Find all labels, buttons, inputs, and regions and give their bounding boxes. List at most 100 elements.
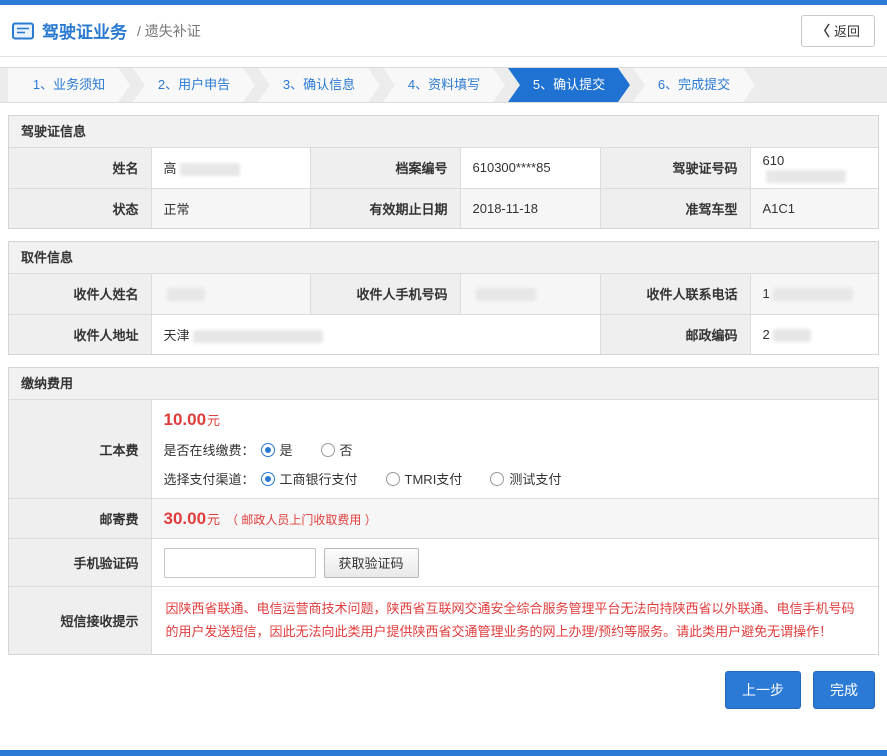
- footer-actions: 上一步 完成: [0, 671, 875, 709]
- table-row: 收件人姓名 收件人手机号码 收件人联系电话 1: [9, 274, 878, 314]
- channel-tmri-option[interactable]: TMRI支付: [386, 469, 463, 488]
- license-business-icon: [12, 22, 34, 40]
- table-row: 收件人地址 天津 邮政编码 2: [9, 314, 878, 354]
- bottom-accent-bar: [0, 750, 887, 756]
- postage-fee-cell: 30.00元 （ 邮政人员上门收取费用 ）: [151, 499, 878, 539]
- get-captcha-button[interactable]: 获取验证码: [324, 548, 419, 578]
- recipient-address-label: 收件人地址: [9, 314, 151, 354]
- file-no-label: 档案编号: [310, 148, 460, 188]
- table-row: 邮寄费 30.00元 （ 邮政人员上门收取费用 ）: [9, 499, 878, 539]
- redacted-text: [476, 288, 536, 301]
- channel-icbc-label: 工商银行支付: [280, 469, 358, 488]
- cost-fee-label: 工本费: [9, 400, 151, 499]
- pickup-info-section: 取件信息 收件人姓名 收件人手机号码 收件人联系电话 1 收件人地址 天津 邮政…: [8, 241, 879, 355]
- page-title: 驾驶证业务: [42, 18, 127, 43]
- recipient-name-value: [151, 274, 310, 314]
- license-section-title: 驾驶证信息: [9, 116, 878, 148]
- radio-unchecked-icon: [321, 443, 335, 457]
- step-4-fill-data[interactable]: 4、资料填写: [383, 68, 505, 102]
- vehicle-class-value: A1C1: [750, 188, 878, 228]
- table-row: 短信接收提示 因陕西省联通、电信运营商技术问题，陕西省互联网交通安全综合服务管理…: [9, 587, 878, 654]
- postal-code-value: 2: [750, 314, 878, 354]
- expiry-value: 2018-11-18: [460, 188, 600, 228]
- recipient-phone-label: 收件人联系电话: [600, 274, 750, 314]
- pay-channel-question: 选择支付渠道：: [164, 469, 255, 488]
- online-pay-yes-label: 是: [280, 440, 293, 459]
- postal-code-label: 邮政编码: [600, 314, 750, 354]
- online-pay-yes-option[interactable]: 是: [261, 440, 293, 459]
- pickup-section-title: 取件信息: [9, 242, 878, 274]
- sms-notice-text: 因陕西省联通、电信运营商技术问题，陕西省互联网交通安全综合服务管理平台无法向持陕…: [164, 591, 867, 650]
- license-no-label: 驾驶证号码: [600, 148, 750, 188]
- channel-test-label: 测试支付: [509, 469, 561, 488]
- status-label: 状态: [9, 188, 151, 228]
- pickup-info-table: 收件人姓名 收件人手机号码 收件人联系电话 1 收件人地址 天津 邮政编码 2: [9, 274, 878, 354]
- radio-unchecked-icon: [490, 472, 504, 486]
- back-button[interactable]: 〈 返回: [801, 15, 875, 47]
- step-3-confirm-info[interactable]: 3、确认信息: [258, 68, 380, 102]
- redacted-text: [193, 330, 323, 343]
- finish-button[interactable]: 完成: [813, 671, 875, 709]
- redacted-text: [766, 170, 846, 183]
- pay-channel-row: 选择支付渠道： 工商银行支付 TMRI支付 测试支付: [164, 469, 867, 488]
- file-no-value: 610300****85: [460, 148, 600, 188]
- table-row: 姓名 高 档案编号 610300****85 驾驶证号码 610: [9, 148, 878, 188]
- fees-section-title: 缴纳费用: [9, 368, 878, 400]
- sms-notice-cell: 因陕西省联通、电信运营商技术问题，陕西省互联网交通安全综合服务管理平台无法向持陕…: [151, 587, 878, 654]
- name-value: 高: [151, 148, 310, 188]
- license-no-value: 610: [750, 148, 878, 188]
- postage-note: （ 邮政人员上门收取费用 ）: [226, 513, 377, 527]
- status-value: 正常: [151, 188, 310, 228]
- header-title-group: 驾驶证业务 / 遗失补证: [12, 18, 201, 43]
- step-2-user-declaration[interactable]: 2、用户申告: [133, 68, 255, 102]
- captcha-input[interactable]: [164, 548, 316, 578]
- channel-icbc-option[interactable]: 工商银行支付: [261, 469, 358, 488]
- name-label: 姓名: [9, 148, 151, 188]
- step-5-confirm-submit[interactable]: 5、确认提交: [508, 68, 630, 102]
- license-info-section: 驾驶证信息 姓名 高 档案编号 610300****85 驾驶证号码 610 状…: [8, 115, 879, 229]
- postage-amount: 30.00: [164, 509, 207, 528]
- captcha-cell: 获取验证码: [151, 539, 878, 587]
- cost-fee-cell: 10.00元 是否在线缴费： 是 否 选择支付渠道：: [151, 400, 878, 499]
- redacted-text: [167, 288, 205, 301]
- vehicle-class-label: 准驾车型: [600, 188, 750, 228]
- expiry-label: 有效期止日期: [310, 188, 460, 228]
- table-row: 手机验证码 获取验证码: [9, 539, 878, 587]
- license-info-table: 姓名 高 档案编号 610300****85 驾驶证号码 610 状态 正常 有…: [9, 148, 878, 228]
- postage-fee-label: 邮寄费: [9, 499, 151, 539]
- fees-table: 工本费 10.00元 是否在线缴费： 是 否 选: [9, 400, 878, 654]
- fees-section: 缴纳费用 工本费 10.00元 是否在线缴费： 是 否: [8, 367, 879, 655]
- back-chevron-icon: 〈: [816, 21, 830, 41]
- table-row: 状态 正常 有效期止日期 2018-11-18 准驾车型 A1C1: [9, 188, 878, 228]
- online-pay-no-label: 否: [340, 440, 353, 459]
- cost-currency: 元: [207, 413, 220, 428]
- step-1-business-notice[interactable]: 1、业务须知: [8, 68, 130, 102]
- redacted-text: [180, 163, 240, 176]
- recipient-address-value: 天津: [151, 314, 600, 354]
- channel-tmri-label: TMRI支付: [405, 469, 463, 488]
- steps-bar: 1、业务须知 2、用户申告 3、确认信息 4、资料填写 5、确认提交 6、完成提…: [0, 67, 887, 103]
- back-button-label: 返回: [834, 21, 860, 40]
- header: 驾驶证业务 / 遗失补证 〈 返回: [0, 5, 887, 57]
- page-subtitle: / 遗失补证: [137, 21, 201, 41]
- recipient-mobile-label: 收件人手机号码: [310, 274, 460, 314]
- radio-unchecked-icon: [386, 472, 400, 486]
- table-row: 工本费 10.00元 是否在线缴费： 是 否 选: [9, 400, 878, 499]
- radio-checked-icon: [261, 472, 275, 486]
- radio-checked-icon: [261, 443, 275, 457]
- channel-test-option[interactable]: 测试支付: [490, 469, 561, 488]
- redacted-text: [773, 288, 853, 301]
- recipient-name-label: 收件人姓名: [9, 274, 151, 314]
- previous-step-button[interactable]: 上一步: [725, 671, 801, 709]
- sms-notice-label: 短信接收提示: [9, 587, 151, 654]
- redacted-text: [773, 329, 811, 342]
- step-6-complete-submit[interactable]: 6、完成提交: [633, 68, 755, 102]
- online-pay-question: 是否在线缴费：: [164, 440, 255, 459]
- online-pay-no-option[interactable]: 否: [321, 440, 353, 459]
- postage-currency: 元: [207, 512, 220, 527]
- online-pay-row: 是否在线缴费： 是 否: [164, 440, 867, 459]
- captcha-label: 手机验证码: [9, 539, 151, 587]
- recipient-mobile-value: [460, 274, 600, 314]
- recipient-phone-value: 1: [750, 274, 878, 314]
- cost-amount: 10.00: [164, 410, 207, 429]
